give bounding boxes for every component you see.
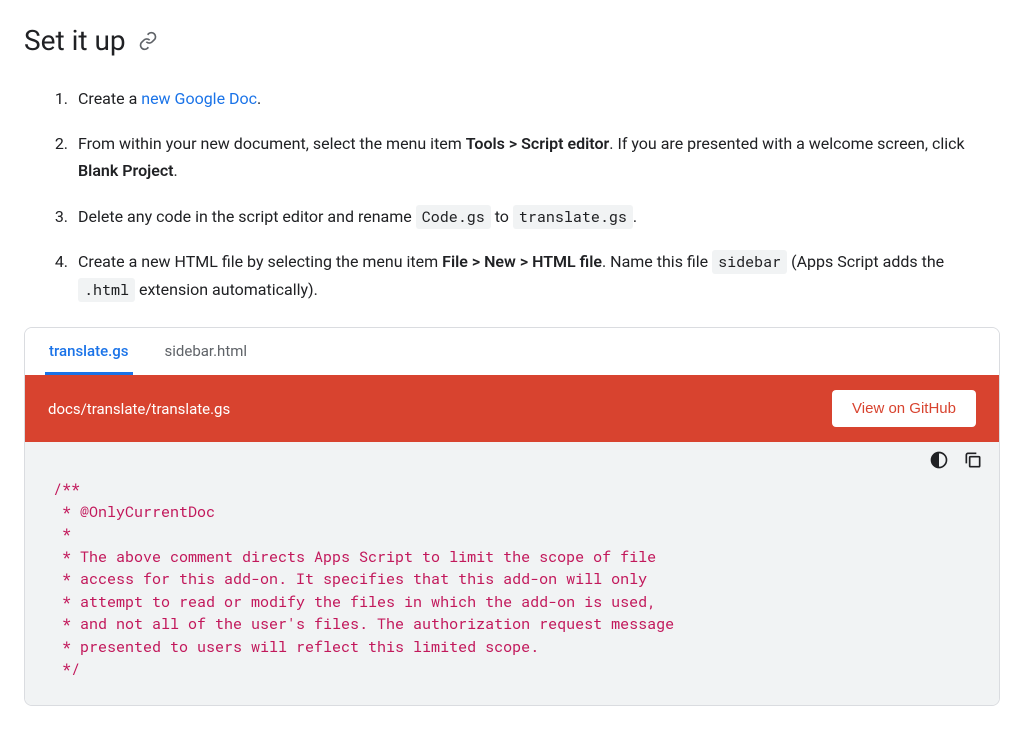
code-content: /** * @OnlyCurrentDoc * * The above comm… <box>25 470 999 705</box>
code-filename: Code.gs <box>416 205 491 229</box>
tab-translate-gs[interactable]: translate.gs <box>45 328 133 375</box>
code-tabs: translate.gs sidebar.html <box>25 328 999 375</box>
code-file-path: docs/translate/translate.gs <box>48 400 230 418</box>
menu-path: Tools > Script editor <box>466 134 610 153</box>
code-filename: sidebar <box>712 250 787 274</box>
view-on-github-button[interactable]: View on GitHub <box>832 390 976 427</box>
steps-list: Create a new Google Doc. From within you… <box>24 85 1000 303</box>
code-header-bar: docs/translate/translate.gs View on GitH… <box>25 375 999 442</box>
code-ext: .html <box>78 278 135 302</box>
menu-path: File > New > HTML file <box>442 252 602 271</box>
theme-toggle-icon[interactable] <box>929 450 949 470</box>
list-item: Create a new HTML file by selecting the … <box>72 248 1000 303</box>
new-doc-link[interactable]: new Google Doc <box>141 89 257 108</box>
list-item: Delete any code in the script editor and… <box>72 203 1000 231</box>
tab-sidebar-html[interactable]: sidebar.html <box>161 328 252 375</box>
code-filename: translate.gs <box>513 205 633 229</box>
page-heading: Set it up <box>24 24 126 57</box>
blank-project: Blank Project <box>78 161 174 180</box>
list-item: From within your new document, select th… <box>72 130 1000 184</box>
list-item: Create a new Google Doc. <box>72 85 1000 112</box>
anchor-link-icon[interactable] <box>138 31 158 51</box>
copy-icon[interactable] <box>963 450 983 470</box>
code-toolbar <box>25 442 999 470</box>
